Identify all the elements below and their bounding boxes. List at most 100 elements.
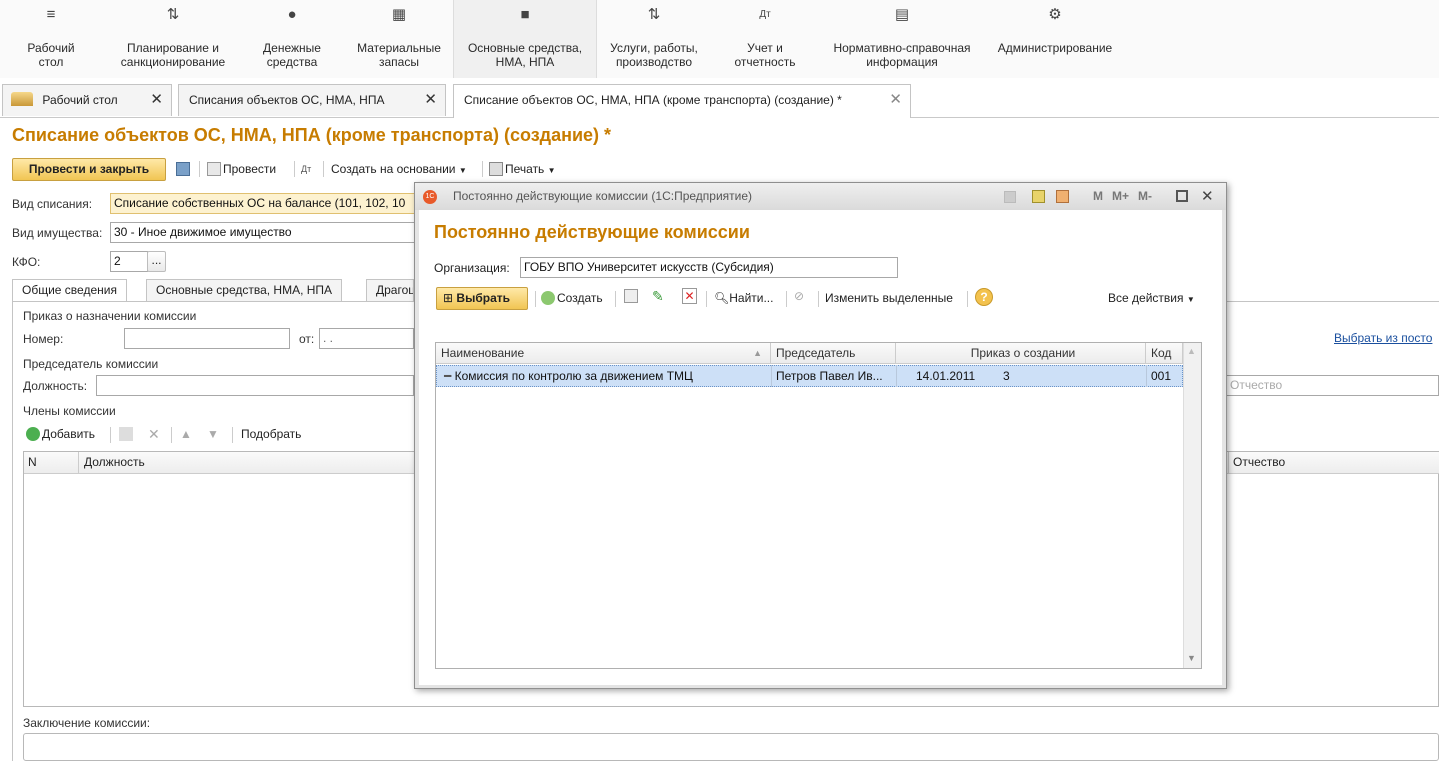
history-icon[interactable] <box>1004 191 1016 203</box>
conclusion-field[interactable] <box>23 733 1439 761</box>
add-icon <box>26 427 40 441</box>
property-type-field[interactable]: 30 - Иное движимое имущество <box>110 222 420 243</box>
section-label: Администрирование <box>997 41 1113 55</box>
section-planning[interactable]: ⇅ Планирование и санкционирование <box>108 0 238 78</box>
select-label: Выбрать <box>456 291 510 305</box>
find-button[interactable]: 🔍︎Найти... <box>714 289 773 307</box>
move-up-button[interactable]: ▲ <box>180 425 192 443</box>
calendar-icon[interactable] <box>1056 190 1069 203</box>
close-icon[interactable]: ✕ <box>150 85 163 115</box>
find-label: Найти... <box>729 291 774 305</box>
tab-precious-metals[interactable]: Драгоц <box>366 279 414 301</box>
kfo-select-button[interactable]: ... <box>147 251 166 272</box>
edit-button[interactable]: ✎ <box>652 288 664 305</box>
tab-desktop[interactable]: Рабочий стол ✕ <box>2 84 172 116</box>
kfo-field[interactable]: 2 <box>110 251 148 272</box>
memory-minus-button[interactable]: M- <box>1138 183 1152 210</box>
calculator-icon[interactable] <box>1032 190 1045 203</box>
accounting-entries-button[interactable]: Дт <box>301 160 311 178</box>
maximize-icon[interactable] <box>1176 190 1188 202</box>
create-based-on-button[interactable]: Создать на основании ▼ <box>331 160 467 180</box>
col-chairman-header[interactable]: Председатель <box>771 343 896 364</box>
open-windows-tabbar: Рабочий стол ✕ Списания объектов ОС, НМА… <box>0 80 1439 118</box>
menu-icon: ≡ <box>46 6 56 23</box>
section-money[interactable]: ● Денежные средства <box>252 0 332 78</box>
col-name-header[interactable]: Наименование ▲ <box>436 343 771 364</box>
section-label: Денежные средства <box>263 41 321 69</box>
post-button[interactable]: Провести <box>207 160 276 178</box>
commissions-dialog: 1C Постоянно действующие комиссии (1С:Пр… <box>414 182 1227 689</box>
delete-button[interactable]: ✕ <box>682 288 697 304</box>
col-order-header[interactable]: Приказ о создании <box>896 343 1146 364</box>
all-actions-button[interactable]: Все действия ▼ <box>1108 289 1195 309</box>
col-code-header[interactable]: Код <box>1146 343 1183 364</box>
delete-member-button[interactable]: ✕ <box>148 425 160 443</box>
close-icon[interactable]: ✕ <box>424 85 437 115</box>
chairman-patronymic-field[interactable]: Отчество <box>1227 375 1439 396</box>
add-member-button[interactable]: Добавить <box>26 425 95 443</box>
print-button[interactable]: Печать ▼ <box>489 160 556 180</box>
help-icon[interactable]: ? <box>975 288 993 306</box>
section-services[interactable]: ⇅ Услуги, работы, производство <box>600 0 708 78</box>
section-reference[interactable]: ▤ Нормативно-справочная информация <box>828 0 976 78</box>
tab-fixed-assets[interactable]: Основные средства, НМА, НПА <box>146 279 343 301</box>
close-icon[interactable]: ✕ <box>1201 183 1214 210</box>
separator <box>786 291 787 307</box>
section-accounting[interactable]: Дт Учет и отчетность <box>724 0 806 78</box>
move-down-button[interactable]: ▼ <box>207 425 219 443</box>
section-fixed-assets[interactable]: ■ Основные средства, НМА, НПА <box>453 0 597 78</box>
tab-general-info[interactable]: Общие сведения <box>12 279 127 302</box>
memory-m-button[interactable]: M <box>1093 183 1103 210</box>
pencil-icon: ✎ <box>652 288 664 304</box>
copy-icon <box>624 289 638 303</box>
scroll-up-icon[interactable]: ▲ <box>1187 346 1196 356</box>
cancel-search-button[interactable]: ⊘ <box>794 289 804 303</box>
order-date-field[interactable]: . . <box>319 328 414 349</box>
column-divider <box>896 365 897 387</box>
scroll-down-icon[interactable]: ▼ <box>1187 653 1196 663</box>
select-from-permanent-link[interactable]: Выбрать из посто <box>1334 331 1432 345</box>
memory-plus-button[interactable]: M+ <box>1112 183 1129 210</box>
section-desktop[interactable]: ≡ Рабочий стол <box>12 0 90 78</box>
change-selected-button[interactable]: Изменить выделенные <box>825 289 953 307</box>
order-number-field[interactable] <box>124 328 290 349</box>
section-label: Рабочий стол <box>27 41 75 69</box>
writeoff-type-field[interactable]: Списание собственных ОС на балансе (101,… <box>110 193 420 214</box>
reference-icon: ▤ <box>894 6 910 23</box>
kfo-label: КФО: <box>12 255 41 269</box>
plan-icon: ⇅ <box>166 6 180 23</box>
arrow-up-icon: ▲ <box>180 427 192 441</box>
copy-member-button[interactable] <box>119 425 135 443</box>
pick-members-button[interactable]: Подобрать <box>241 425 301 443</box>
section-label: Основные средства, НМА, НПА <box>467 41 583 69</box>
tab-frame-left <box>12 301 13 761</box>
save-button[interactable] <box>176 160 192 178</box>
commissions-table[interactable] <box>435 342 1202 669</box>
tab-label: Списание объектов ОС, НМА, НПА (кроме тр… <box>464 93 842 107</box>
select-button[interactable]: ⊞ Выбрать <box>436 287 528 310</box>
col-name-label: Наименование <box>441 346 525 360</box>
separator <box>967 291 968 307</box>
section-label: Учет и отчетность <box>734 41 796 69</box>
close-icon[interactable]: ✕ <box>889 85 902 115</box>
col-patronymic-header[interactable]: Отчество <box>1233 455 1285 469</box>
property-type-label: Вид имущества: <box>12 226 103 240</box>
organization-field[interactable]: ГОБУ ВПО Университет искусств (Субсидия) <box>520 257 898 278</box>
dialog-titlebar[interactable]: 1C Постоянно действующие комиссии (1С:Пр… <box>415 183 1226 210</box>
chairman-section-label: Председатель комиссии <box>23 357 159 371</box>
section-admin[interactable]: ⚙ Администрирование <box>990 0 1120 78</box>
create-label: Создать <box>557 291 603 305</box>
col-position-header[interactable]: Должность <box>84 455 145 469</box>
separator <box>171 427 172 443</box>
tab-writeoffs-list[interactable]: Списания объектов ОС, НМА, НПА ✕ <box>178 84 446 116</box>
section-inventory[interactable]: ▦ Материальные запасы <box>347 0 451 78</box>
col-n-header[interactable]: N <box>28 455 37 469</box>
separator <box>615 291 616 307</box>
create-button[interactable]: Создать <box>541 289 603 307</box>
copy-button[interactable] <box>624 289 640 303</box>
chairman-position-field[interactable] <box>96 375 414 396</box>
tab-writeoff-create[interactable]: Списание объектов ОС, НМА, НПА (кроме тр… <box>453 84 911 118</box>
post-and-close-button[interactable]: Провести и закрыть <box>12 158 166 181</box>
vertical-scrollbar[interactable]: ▲ ▼ <box>1183 343 1201 668</box>
dialog-window-title: Постоянно действующие комиссии (1С:Предп… <box>453 189 753 203</box>
